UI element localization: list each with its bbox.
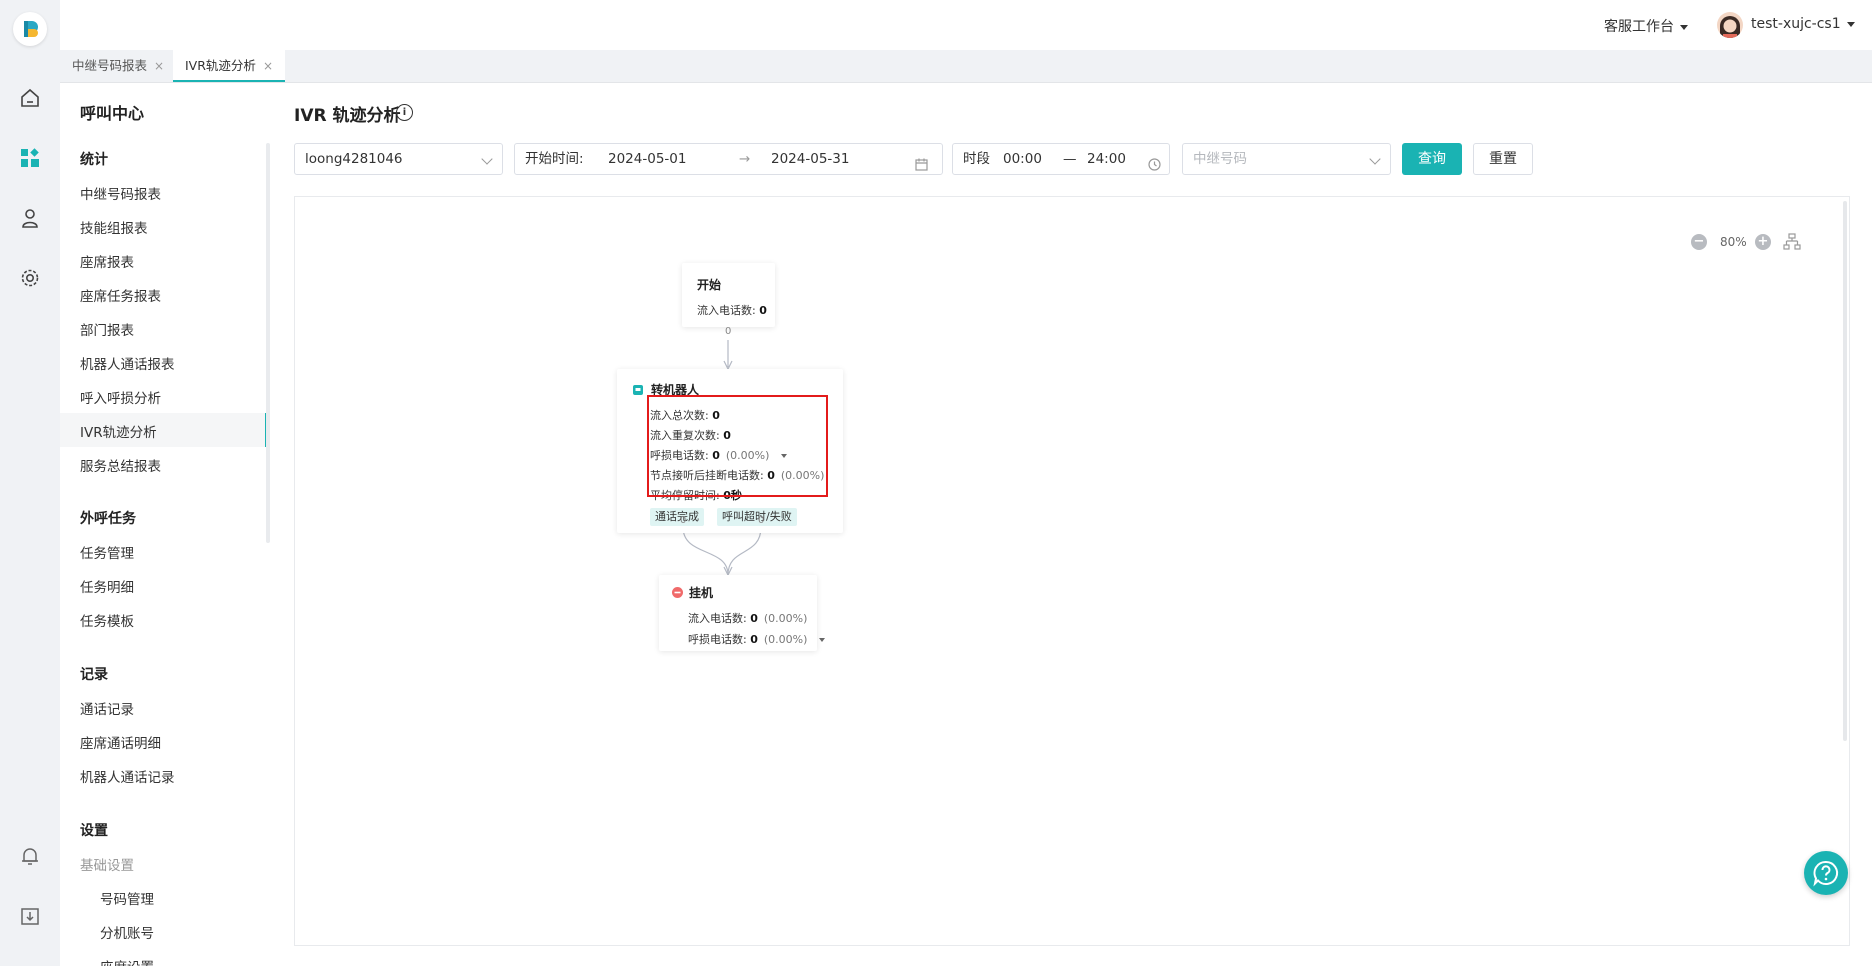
sidebar-item-robot-call-records[interactable]: 机器人通话记录 <box>80 766 175 786</box>
calendar-icon <box>915 152 928 182</box>
sidebar-group-stats: 统计 <box>80 152 108 168</box>
flow-connectors <box>682 340 762 577</box>
branch-tag-call-complete[interactable]: 通话完成 <box>650 508 704 526</box>
period-label: 时段 <box>963 151 990 167</box>
edge-count: 0 <box>725 326 732 337</box>
robot-icon <box>633 383 643 399</box>
bell-icon[interactable] <box>16 842 44 870</box>
help-chat-button[interactable] <box>1804 851 1848 895</box>
workspace-dropdown[interactable]: 客服工作台 <box>1604 16 1688 36</box>
app-logo[interactable] <box>13 12 47 46</box>
sidebar-item-agent-task-report[interactable]: 座席任务报表 <box>80 285 161 305</box>
date-label: 开始时间: <box>525 151 584 167</box>
sidebar-item-task-template[interactable]: 任务模板 <box>80 610 134 630</box>
tab-label: IVR轨迹分析 <box>185 58 256 73</box>
expand-caret-icon[interactable] <box>819 638 826 642</box>
chevron-down-icon <box>1846 21 1855 27</box>
stat-value: 0 <box>750 633 758 646</box>
sidebar-item-basic-settings[interactable]: 基础设置 <box>80 854 134 874</box>
sidebar-item-agent-settings[interactable]: 座席设置 <box>100 956 154 966</box>
ivr-select-value: loong4281046 <box>305 151 403 167</box>
sidebar: 呼叫中心 统计 中继号码报表 技能组报表 座席报表 座席任务报表 部门报表 机器… <box>60 83 270 966</box>
time-range-picker[interactable]: 时段 00:00 — 24:00 <box>952 143 1170 175</box>
ivr-select[interactable]: loong4281046 <box>294 143 503 175</box>
stat-label: 呼损电话数: <box>688 633 747 646</box>
sidebar-group-outbound: 外呼任务 <box>80 511 136 527</box>
sidebar-group-settings: 设置 <box>80 823 108 839</box>
sidebar-item-robot-call-report[interactable]: 机器人通话报表 <box>80 353 175 373</box>
dashboard-icon[interactable] <box>16 144 44 172</box>
workspace-label: 客服工作台 <box>1604 19 1674 35</box>
sidebar-item-service-summary[interactable]: 服务总结报表 <box>80 455 161 475</box>
clock-icon <box>1148 152 1161 182</box>
flow-canvas[interactable]: − 80% + 开始 流入电话数: 0 0 转机器人 流入总次数: 0 流入重复… <box>294 196 1850 946</box>
left-rail <box>0 0 61 966</box>
trunk-number-select[interactable]: 中继号码 <box>1182 143 1391 175</box>
sidebar-item-call-records[interactable]: 通话记录 <box>80 698 134 718</box>
sidebar-item-task-detail[interactable]: 任务明细 <box>80 576 134 596</box>
tab-bar: 中继号码报表 × IVR轨迹分析 × <box>60 50 1872 83</box>
edge-count: 0 <box>758 515 765 526</box>
flow-node-hangup[interactable]: 挂机 流入电话数: 0 (0.00%) 呼损电话数: 0 (0.00%) <box>659 575 826 651</box>
chevron-down-icon <box>481 153 493 165</box>
username: test-xujc-cs1 <box>1751 16 1841 32</box>
node-title: 挂机 <box>689 586 714 600</box>
stat-value: 0 <box>750 612 758 625</box>
home-icon[interactable] <box>16 84 44 112</box>
node-stat-line: 流入电话数: 0 <box>697 302 767 318</box>
sidebar-item-skill-group-report[interactable]: 技能组报表 <box>80 217 148 237</box>
sidebar-item-agent-call-detail[interactable]: 座席通话明细 <box>80 732 161 752</box>
top-header: 客服工作台 test-xujc-cs1 <box>60 0 1872 51</box>
trunk-number-placeholder: 中继号码 <box>1193 151 1247 167</box>
settings-icon[interactable] <box>16 264 44 292</box>
hangup-icon <box>672 586 683 602</box>
sidebar-item-agent-report[interactable]: 座席报表 <box>80 251 134 271</box>
stat-percent: (0.00%) <box>763 633 808 646</box>
sidebar-item-inbound-loss[interactable]: 呼入呼损分析 <box>80 387 161 407</box>
stat-label: 流入电话数: <box>688 612 747 625</box>
time-start[interactable]: 00:00 <box>1003 144 1042 174</box>
stat-value: 0 <box>759 304 767 317</box>
query-button[interactable]: 查询 <box>1402 143 1462 175</box>
user-icon[interactable] <box>16 204 44 232</box>
question-chat-icon <box>1813 860 1839 887</box>
close-icon[interactable]: × <box>154 59 164 73</box>
chevron-down-icon <box>1369 153 1381 165</box>
time-separator: — <box>1063 151 1077 167</box>
download-icon[interactable] <box>16 902 44 930</box>
user-menu[interactable]: test-xujc-cs1 <box>1751 16 1855 32</box>
date-range-picker[interactable]: 开始时间: 2024-05-01 → 2024-05-31 <box>514 143 943 175</box>
branch-tag-timeout-failed[interactable]: 呼叫超时/失败 <box>717 508 797 526</box>
node-stat-line[interactable]: 呼损电话数: 0 (0.00%) <box>688 631 826 647</box>
highlight-box <box>647 395 828 497</box>
tab-trunk-report[interactable]: 中继号码报表 × <box>60 50 176 81</box>
sidebar-item-number-management[interactable]: 号码管理 <box>100 888 154 908</box>
edge-count: 0 <box>680 515 687 526</box>
sidebar-group-records: 记录 <box>80 667 108 683</box>
sidebar-item-department-report[interactable]: 部门报表 <box>80 319 134 339</box>
main-content: IVR 轨迹分析 i loong4281046 开始时间: 2024-05-01… <box>270 83 1872 966</box>
tab-ivr-analysis[interactable]: IVR轨迹分析 × <box>173 50 285 82</box>
node-title: 开始 <box>697 278 722 292</box>
reset-button[interactable]: 重置 <box>1473 143 1533 175</box>
stat-label: 流入电话数: <box>697 304 756 317</box>
arrow-icon: → <box>739 151 751 167</box>
sidebar-item-extension-account[interactable]: 分机账号 <box>100 922 154 942</box>
date-start[interactable]: 2024-05-01 <box>608 144 686 174</box>
sidebar-title: 呼叫中心 <box>80 104 145 123</box>
page-title: IVR 轨迹分析 <box>294 106 401 126</box>
chevron-down-icon <box>1680 24 1688 30</box>
sidebar-item-trunk-report[interactable]: 中继号码报表 <box>80 183 161 203</box>
close-icon[interactable]: × <box>263 59 273 73</box>
flow-node-start[interactable]: 开始 流入电话数: 0 <box>682 263 775 327</box>
sidebar-item-task-management[interactable]: 任务管理 <box>80 542 134 562</box>
time-end[interactable]: 24:00 <box>1087 144 1126 174</box>
node-stat-line: 流入电话数: 0 (0.00%) <box>688 610 807 626</box>
sidebar-item-ivr-analysis[interactable]: IVR轨迹分析 <box>80 421 157 441</box>
avatar[interactable] <box>1717 12 1743 38</box>
date-end[interactable]: 2024-05-31 <box>771 144 849 174</box>
tab-label: 中继号码报表 <box>72 58 148 73</box>
info-icon[interactable]: i <box>396 104 413 121</box>
stat-percent: (0.00%) <box>763 612 808 625</box>
